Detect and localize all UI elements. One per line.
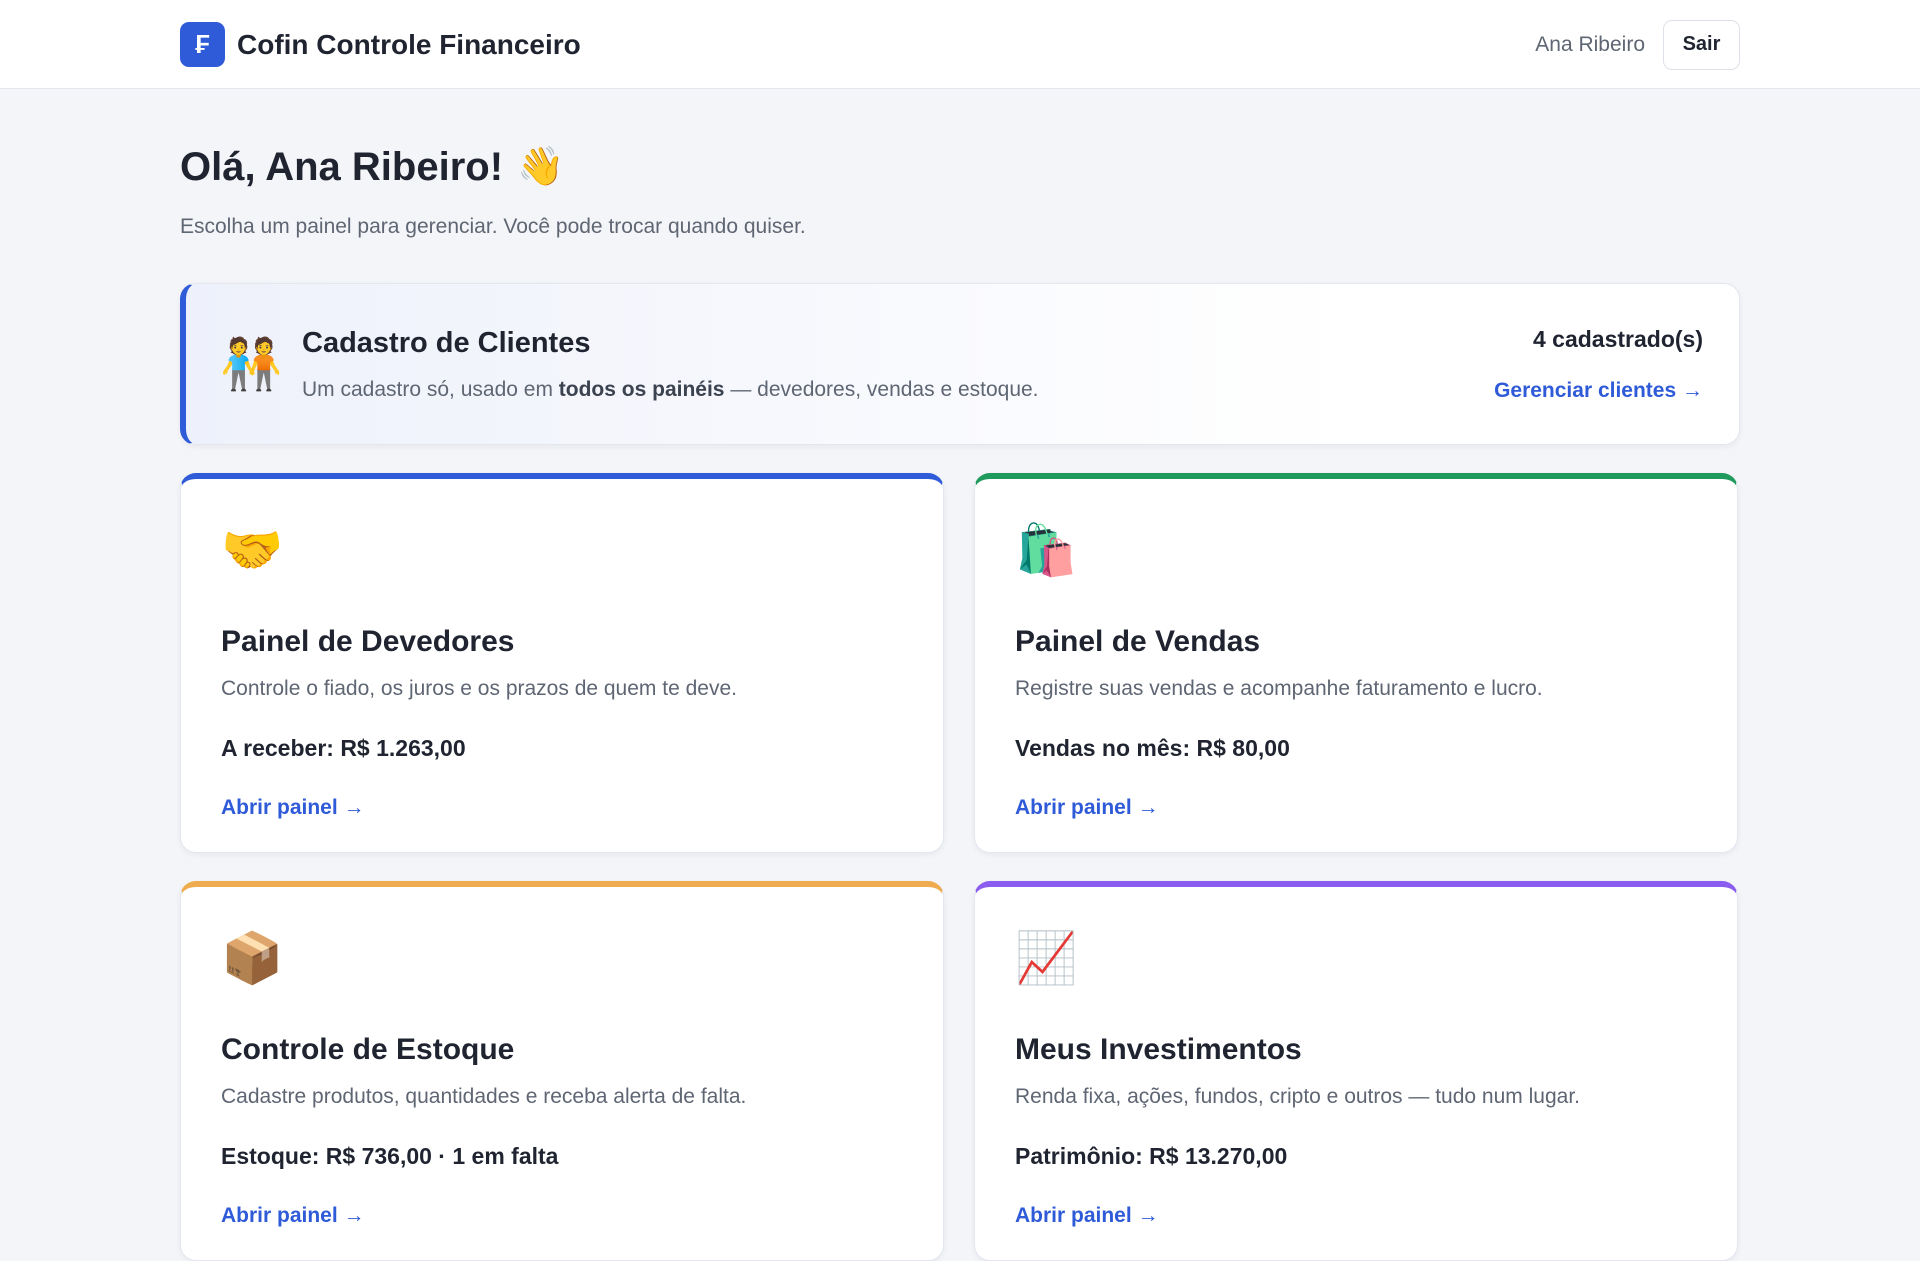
top-bar-inner: ₣ Cofin Controle Financeiro Ana Ribeiro … <box>180 0 1740 89</box>
user-area: Ana Ribeiro Sair <box>1535 19 1740 70</box>
open-panel-link[interactable]: Abrir painel → <box>1015 796 1159 819</box>
panel-description: Cadastre produtos, quantidades e receba … <box>221 1085 747 1108</box>
shopping-bags-icon: 🛍️ <box>1015 522 1078 578</box>
app-title: Cofin Controle Financeiro <box>237 28 581 60</box>
brand[interactable]: ₣ Cofin Controle Financeiro <box>180 22 581 67</box>
handshake-icon: 🤝 <box>221 522 284 578</box>
open-panel-link[interactable]: Abrir painel → <box>1015 1204 1159 1227</box>
panel-card-sales[interactable]: 🛍️ Painel de Vendas Registre suas vendas… <box>974 473 1738 853</box>
top-bar: ₣ Cofin Controle Financeiro Ana Ribeiro … <box>0 0 1920 89</box>
clients-banner-description: Um cadastro só, usado em todos os painéi… <box>302 378 1494 402</box>
clients-count: 4 cadastrado(s) <box>1532 325 1703 352</box>
panel-stat: Patrimônio: R$ 13.270,00 <box>1015 1143 1288 1169</box>
people-holding-hands-icon: 🧑‍🤝‍🧑 <box>220 336 283 392</box>
user-name: Ana Ribeiro <box>1535 32 1645 56</box>
clients-desc-bold: todos os painéis <box>558 377 725 401</box>
panel-stat: Estoque: R$ 736,00 · 1 em falta <box>221 1143 559 1169</box>
chart-increasing-icon: 📈 <box>1015 930 1078 986</box>
page-subtitle: Escolha um painel para gerenciar. Você p… <box>180 215 806 238</box>
panel-description: Controle o fiado, os juros e os prazos d… <box>221 677 737 700</box>
panels-grid: 🤝 Painel de Devedores Controle o fiado, … <box>180 473 1740 1261</box>
panel-card-debtors[interactable]: 🤝 Painel de Devedores Controle o fiado, … <box>180 473 944 853</box>
greeting-text: Olá, Ana Ribeiro! <box>180 144 504 189</box>
panel-title: Painel de Vendas <box>1015 625 1261 658</box>
panel-title: Painel de Devedores <box>221 625 515 658</box>
manage-clients-link[interactable]: Gerenciar clientes → <box>1494 379 1703 402</box>
open-panel-link[interactable]: Abrir painel → <box>221 796 365 819</box>
page-title: Olá, Ana Ribeiro! 👋 <box>180 139 1740 195</box>
main-content: Olá, Ana Ribeiro! 👋 Escolha um painel pa… <box>180 89 1740 1261</box>
panel-description: Renda fixa, ações, fundos, cripto e outr… <box>1015 1085 1580 1108</box>
package-box-icon: 📦 <box>221 930 284 986</box>
logout-button[interactable]: Sair <box>1663 19 1740 70</box>
panel-card-stock[interactable]: 📦 Controle de Estoque Cadastre produtos,… <box>180 881 944 1261</box>
panel-title: Controle de Estoque <box>221 1033 515 1066</box>
clients-desc-before: Um cadastro só, usado em <box>302 377 559 401</box>
clients-desc-after: — devedores, vendas e estoque. <box>724 377 1039 401</box>
clients-banner-right: 4 cadastrado(s) Gerenciar clientes → <box>1494 326 1703 403</box>
panel-card-investments[interactable]: 📈 Meus Investimentos Renda fixa, ações, … <box>974 881 1738 1261</box>
panel-stat: A receber: R$ 1.263,00 <box>221 735 466 761</box>
open-panel-link[interactable]: Abrir painel → <box>221 1204 365 1227</box>
panel-description: Registre suas vendas e acompanhe faturam… <box>1015 677 1543 700</box>
app-logo-icon: ₣ <box>180 22 225 67</box>
panel-title: Meus Investimentos <box>1015 1033 1302 1066</box>
clients-banner: 🧑‍🤝‍🧑 Cadastro de Clientes Um cadastro s… <box>180 283 1740 445</box>
panel-stat: Vendas no mês: R$ 80,00 <box>1015 735 1290 761</box>
waving-hand-icon: 👋 <box>517 146 565 188</box>
clients-banner-title: Cadastro de Clientes <box>302 326 591 359</box>
clients-banner-text: Cadastro de Clientes Um cadastro só, usa… <box>302 327 1494 402</box>
